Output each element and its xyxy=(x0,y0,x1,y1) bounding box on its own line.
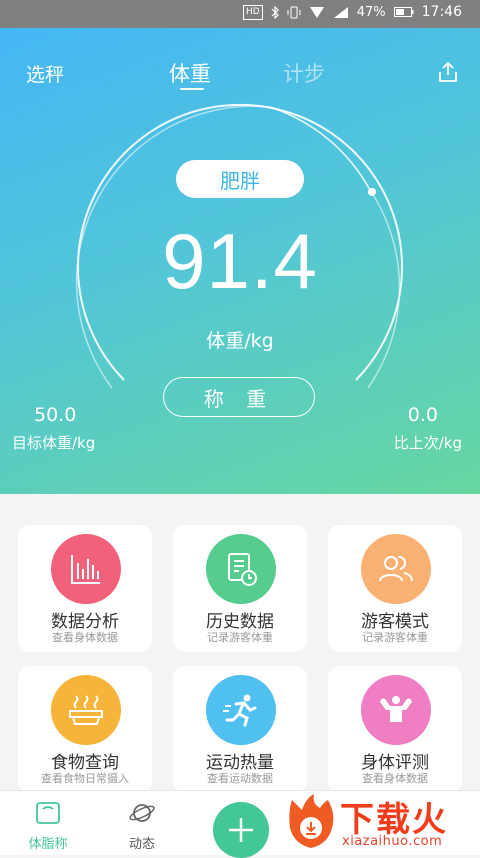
target-weight: 50.0 目标体重/kg xyxy=(12,404,95,453)
body-icon xyxy=(361,675,431,745)
planet-icon xyxy=(129,804,155,822)
weight-value: 91.4 xyxy=(162,217,318,305)
card-subtitle: 查看身体数据 xyxy=(362,772,428,785)
signal-icon xyxy=(333,6,349,19)
hero-panel: 选秤 体重 计步 肥胖 91.4 体重/kg 称 重 50.0 目标体重/kg … xyxy=(0,28,480,494)
card-subtitle: 查看运动数据 xyxy=(207,772,273,785)
card-subtitle: 查看食物日常摄入 xyxy=(41,772,129,785)
hd-icon: HD xyxy=(243,5,263,20)
share-icon[interactable] xyxy=(436,60,460,84)
watermark: 下载火 xiazaihuo.com xyxy=(282,790,480,854)
target-weight-value: 50.0 xyxy=(34,404,77,426)
data-analysis-card[interactable]: 数据分析 查看身体数据 xyxy=(18,525,152,652)
exercise-calories-card[interactable]: 运动热量 查看运动数据 xyxy=(173,666,307,793)
history-data-card[interactable]: 历史数据 记录游客体重 xyxy=(173,525,307,652)
food-query-card[interactable]: 食物查询 查看食物日常摄入 xyxy=(18,666,152,793)
plus-icon xyxy=(229,818,253,842)
card-subtitle: 记录游客体重 xyxy=(207,631,273,644)
tab-indicator xyxy=(180,88,204,90)
top-nav: 选秤 体重 计步 xyxy=(0,28,480,108)
card-subtitle: 查看身体数据 xyxy=(52,631,118,644)
plus-button[interactable] xyxy=(213,802,269,858)
flame-logo-icon xyxy=(289,794,334,848)
running-icon xyxy=(206,675,276,745)
bluetooth-icon xyxy=(271,5,279,20)
body-assessment-card[interactable]: 身体评测 查看身体数据 xyxy=(328,666,462,793)
tab-steps[interactable]: 计步 xyxy=(283,58,325,88)
tab-scale[interactable]: 体脂称 xyxy=(18,801,78,852)
target-weight-label: 目标体重/kg xyxy=(12,434,96,452)
weight-diff-label: 比上次/kg xyxy=(393,434,462,452)
weight-diff: 0.0 比上次/kg xyxy=(394,404,462,453)
battery-percent: 47% xyxy=(356,5,386,20)
tab-feed-label: 动态 xyxy=(128,837,155,852)
food-icon xyxy=(51,675,121,745)
select-scale-button[interactable]: 选秤 xyxy=(26,60,64,87)
wifi-icon xyxy=(309,6,325,19)
scale-icon xyxy=(36,802,60,824)
card-subtitle: 记录游客体重 xyxy=(362,631,428,644)
guest-mode-card[interactable]: 游客模式 记录游客体重 xyxy=(328,525,462,652)
guests-icon xyxy=(361,534,431,604)
status-bar: HD 47% 17:46 xyxy=(0,0,480,28)
weigh-button[interactable]: 称 重 xyxy=(163,377,315,417)
battery-icon xyxy=(393,6,414,19)
weight-unit-label: 体重/kg xyxy=(206,330,274,352)
chart-icon xyxy=(51,534,121,604)
tab-weight[interactable]: 体重 xyxy=(169,58,211,88)
tab-feed[interactable]: 动态 xyxy=(112,801,172,852)
status-badge: 肥胖 xyxy=(176,160,304,198)
clock: 17:46 xyxy=(421,4,462,20)
tab-scale-label: 体脂称 xyxy=(28,837,68,852)
history-icon xyxy=(206,534,276,604)
watermark-url: xiazaihuo.com xyxy=(342,834,443,849)
weight-diff-value: 0.0 xyxy=(407,404,438,426)
vibrate-icon xyxy=(287,6,301,19)
